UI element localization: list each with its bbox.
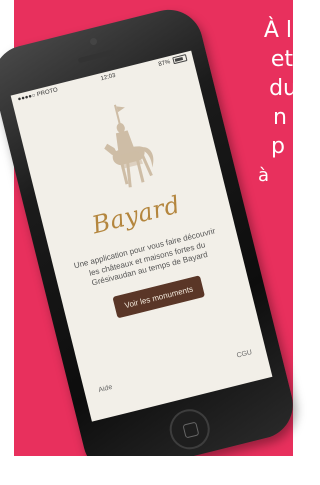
clock-label: 12:03 [100, 72, 117, 83]
promo-line: et [270, 47, 293, 72]
battery-icon [172, 54, 188, 65]
promo-line: À l’ [263, 18, 299, 43]
promo-line: du [269, 76, 297, 101]
cgu-link[interactable]: CGU [236, 349, 253, 360]
view-monuments-button[interactable]: Voir les monuments [112, 275, 206, 319]
page-bottom-margin [0, 456, 293, 485]
help-link[interactable]: Aide [98, 384, 113, 394]
battery-percent: 87% [158, 59, 172, 69]
knight-on-horse-icon [104, 104, 154, 188]
